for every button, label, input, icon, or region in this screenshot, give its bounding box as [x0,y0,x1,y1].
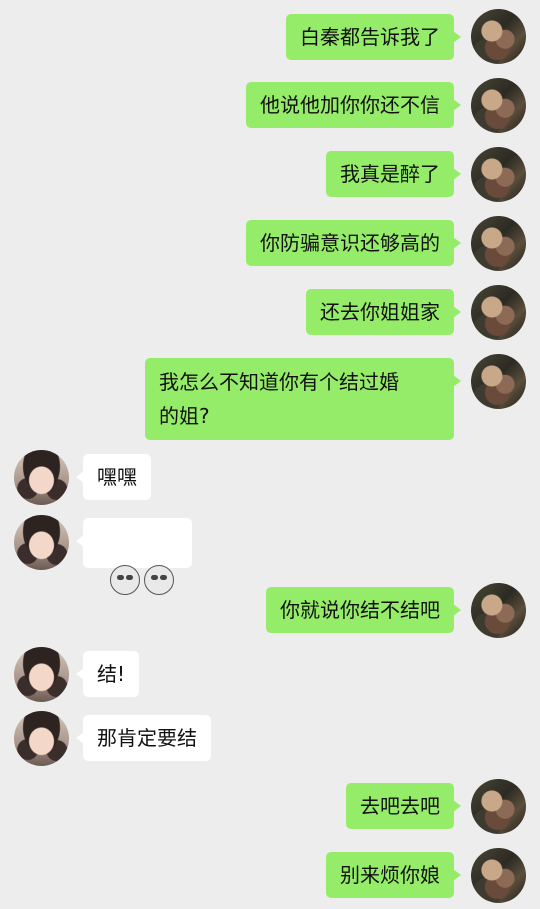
message-bubble-received[interactable] [76,518,192,595]
my-avatar[interactable] [471,354,526,409]
message-bubble-sent[interactable]: 别来烦你娘 [326,852,461,898]
my-avatar[interactable] [471,583,526,638]
my-avatar[interactable] [471,779,526,834]
contact-avatar[interactable] [14,450,69,505]
message-bubble-received[interactable]: 那肯定要结 [76,715,211,761]
message-bubble-sent[interactable]: 你就说你结不结吧 [266,587,461,633]
message-bubble-sent[interactable]: 你防骗意识还够高的 [246,220,461,266]
my-avatar[interactable] [471,78,526,133]
my-avatar[interactable] [471,216,526,271]
contact-avatar[interactable] [14,647,69,702]
my-avatar[interactable] [471,285,526,340]
my-avatar[interactable] [471,147,526,202]
message-bubble-sent[interactable]: 我怎么不知道你有个结过婚 的姐? [145,358,461,440]
contact-avatar[interactable] [14,711,69,766]
message-bubble-sent[interactable]: 去吧去吧 [346,783,461,829]
facepalm-emoji-icon [143,564,174,595]
contact-avatar[interactable] [14,515,69,570]
my-avatar[interactable] [471,9,526,64]
facepalm-emoji-icon [109,564,140,595]
message-bubble-sent[interactable]: 白秦都告诉我了 [286,14,461,60]
message-bubble-sent[interactable]: 还去你姐姐家 [306,289,461,335]
message-bubble-received[interactable]: 结! [75,651,140,697]
message-bubble-sent[interactable]: 我真是醉了 [326,151,461,197]
my-avatar[interactable] [471,848,526,903]
message-bubble-received[interactable]: 嘿嘿 [76,454,151,500]
message-bubble-sent[interactable]: 他说他加你你还不信 [246,82,461,128]
